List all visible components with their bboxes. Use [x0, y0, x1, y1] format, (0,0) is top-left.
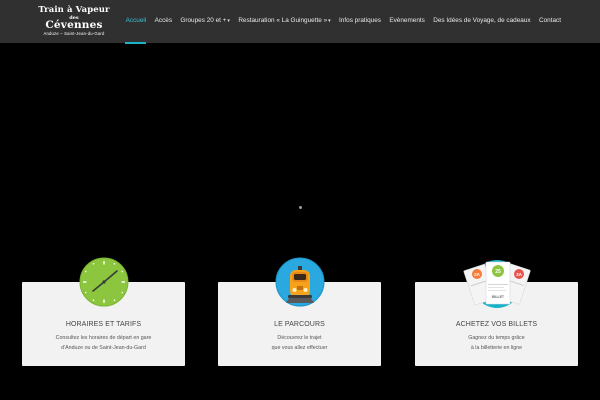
nav-label: Restauration « La Guinguette » — [238, 16, 328, 24]
nav-label: Contact — [538, 16, 561, 24]
ticket-label: BILLET — [492, 295, 505, 299]
nav-item-restauration[interactable]: Restauration « La Guinguette »▾ — [234, 0, 335, 42]
tickets-icon[interactable]: 2A 25 3A BILLET — [463, 257, 537, 318]
logo-line-4: Anduze – Saint-Jean-du-Gard — [43, 31, 105, 36]
card-title: LE PARCOURS — [274, 321, 325, 328]
slider-pagination-dot[interactable] — [299, 206, 302, 209]
nav-label: Infos pratiques — [339, 16, 381, 24]
nav-label: Accès — [154, 16, 173, 24]
card-description: Découvrez le trajet que vous allez effec… — [271, 335, 328, 351]
nav-item-idees-voyage[interactable]: Des Idées de Voyage, de cadeaux — [429, 0, 535, 42]
main-nav: Accueil Accès Groupes 20 et +▾ Restaurat… — [121, 0, 561, 44]
nav-label: Groupes 20 et + — [180, 16, 227, 24]
nav-item-contact[interactable]: Contact — [535, 0, 561, 42]
nav-item-evenements[interactable]: Evènements — [385, 0, 429, 42]
nav-label: Accueil — [125, 16, 147, 24]
train-icon[interactable] — [275, 257, 325, 312]
card-title: ACHETEZ VOS BILLETS — [455, 321, 538, 328]
ticket-badge-1: 2A — [474, 272, 481, 277]
ticket-badge-2: 25 — [495, 269, 501, 275]
nav-item-infos-pratiques[interactable]: Infos pratiques — [335, 0, 385, 42]
nav-item-groupes[interactable]: Groupes 20 et +▾ — [176, 0, 234, 42]
ticket-badge-3: 3A — [516, 272, 523, 277]
chevron-down-icon: ▾ — [328, 17, 331, 24]
site-logo[interactable]: Train à Vapeur des Cévennes Anduze – Sai… — [34, 6, 114, 40]
card-description: Consultez les horaires de départ en gare… — [55, 335, 152, 351]
nav-label: Des Idées de Voyage, de cadeaux — [433, 16, 531, 24]
nav-item-acces[interactable]: Accès — [150, 0, 176, 42]
site-header: Train à Vapeur des Cévennes Anduze – Sai… — [0, 0, 600, 44]
nav-label: Evènements — [389, 16, 425, 24]
clock-icon[interactable] — [79, 257, 129, 312]
logo-line-1: Train à Vapeur — [38, 5, 110, 15]
chevron-down-icon: ▾ — [227, 17, 230, 24]
card-description: Gagnez du temps grâce à la billetterie e… — [468, 335, 525, 351]
card-title: HORAIRES ET TARIFS — [65, 321, 142, 328]
logo-line-3: Cévennes — [45, 18, 103, 31]
nav-item-accueil[interactable]: Accueil — [121, 0, 150, 44]
